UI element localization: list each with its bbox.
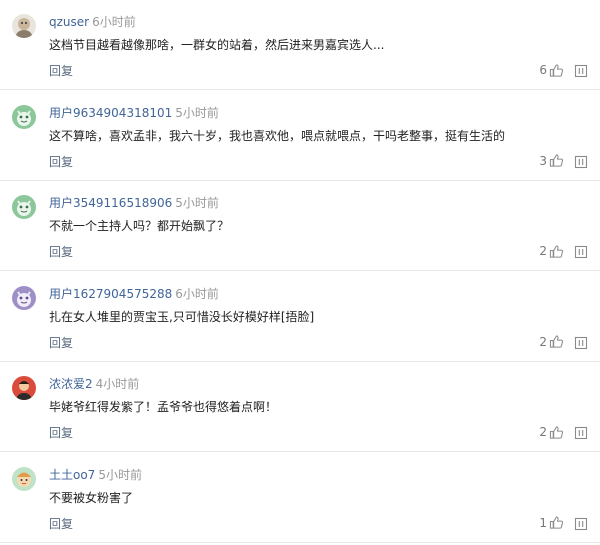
timestamp: 6小时前 [92, 15, 136, 29]
more-icon[interactable] [574, 516, 588, 530]
username-link[interactable]: qzuser [49, 15, 89, 29]
comment-text: 不就一个主持人吗？都开始飘了？ [49, 219, 230, 233]
avatar[interactable] [12, 195, 36, 219]
thumbs-up-icon[interactable] [549, 334, 564, 349]
avatar[interactable] [12, 466, 36, 491]
like-count: 3 [539, 153, 547, 168]
username-link[interactable]: 土土oo7 [49, 468, 95, 482]
like-count: 6 [539, 63, 547, 77]
timestamp: 5小时前 [175, 196, 219, 210]
thumbs-up-icon[interactable] [549, 244, 564, 259]
comment-actions: 6 [539, 61, 588, 79]
comment-meta: 浓浓爱2 4小时前 [49, 376, 139, 392]
reply-button[interactable]: 回复 [49, 244, 73, 260]
avatar[interactable] [12, 285, 36, 310]
comment-item: 土土oo7 5小时前 不要被女粉害了 回复 1 [0, 453, 600, 543]
reply-button[interactable]: 回复 [49, 63, 73, 79]
timestamp: 4小时前 [95, 377, 140, 391]
comment-actions: 3 [539, 152, 588, 170]
timestamp: 5小时前 [175, 105, 219, 120]
more-icon[interactable] [574, 244, 588, 259]
more-icon[interactable] [574, 425, 588, 440]
like-count: 1 [539, 515, 547, 530]
more-icon[interactable] [574, 154, 588, 168]
thumbs-up-icon[interactable] [549, 153, 564, 168]
comment-text: 不要被女粉害了 [49, 490, 134, 505]
comment-actions: 2 [539, 423, 588, 441]
comment-actions: 2 [539, 333, 588, 351]
reply-button[interactable]: 回复 [49, 516, 73, 532]
more-icon[interactable] [574, 63, 588, 78]
thumbs-up-icon[interactable] [549, 425, 564, 440]
avatar[interactable] [12, 376, 36, 400]
timestamp: 6小时前 [175, 286, 219, 301]
username-link[interactable]: 用户1627904575288 [49, 287, 172, 301]
avatar[interactable] [12, 104, 36, 129]
divider [0, 541, 600, 543]
like-count: 2 [539, 425, 547, 439]
comment-item: 用户3549116518906 5小时前 不就一个主持人吗？都开始飘了？ 回复 2 [0, 181, 600, 271]
more-icon[interactable] [574, 335, 588, 349]
reply-button[interactable]: 回复 [49, 425, 73, 441]
thumbs-up-icon[interactable] [549, 63, 564, 78]
username-link[interactable]: 用户9634904318101 [49, 106, 172, 120]
comment-actions: 1 [539, 514, 588, 532]
reply-button[interactable]: 回复 [49, 335, 73, 351]
comment-meta: 用户3549116518906 5小时前 [49, 195, 219, 211]
comment-item: 浓浓爱2 4小时前毕姥爷红得发紫了！孟爷爷也得悠着点啊！ 回复 2 [0, 362, 600, 452]
comment-actions: 2 [539, 242, 588, 260]
comment-text: 扎在女人堆里的贾宝玉,只可惜没长好模好样[捂脸] [49, 309, 315, 324]
thumbs-up-icon[interactable] [549, 515, 564, 530]
comment-meta: 用户9634904318101 5小时前 [49, 105, 219, 121]
comment-item: 用户1627904575288 6小时前扎在女人堆里的贾宝玉,只可惜没长好模好样[… [0, 272, 600, 362]
comment-item: qzuser 6小时前这档节目越看越像那啥，一群女的站着，然后进来男嘉宾选人...… [0, 0, 600, 90]
like-count: 2 [539, 244, 547, 258]
comment-text: 这档节目越看越像那啥，一群女的站着，然后进来男嘉宾选人... [49, 38, 385, 52]
comment-meta: 土土oo7 5小时前 [49, 467, 142, 483]
username-link[interactable]: 浓浓爱2 [49, 377, 93, 391]
reply-button[interactable]: 回复 [49, 154, 73, 170]
comment-meta: qzuser 6小时前 [49, 14, 136, 30]
comment-item: 用户9634904318101 5小时前这不算啥，喜欢孟非，我六十岁，我也喜欢他，… [0, 91, 600, 181]
username-link[interactable]: 用户3549116518906 [49, 196, 172, 210]
comment-meta: 用户1627904575288 6小时前 [49, 286, 219, 302]
avatar[interactable] [12, 14, 36, 38]
comment-text: 毕姥爷红得发紫了！孟爷爷也得悠着点啊！ [49, 400, 278, 414]
comment-text: 这不算啥，喜欢孟非，我六十岁，我也喜欢他，喂点就喂点，干吗老整事，挺有生活的 [49, 128, 506, 143]
like-count: 2 [539, 334, 547, 349]
timestamp: 5小时前 [98, 467, 142, 482]
